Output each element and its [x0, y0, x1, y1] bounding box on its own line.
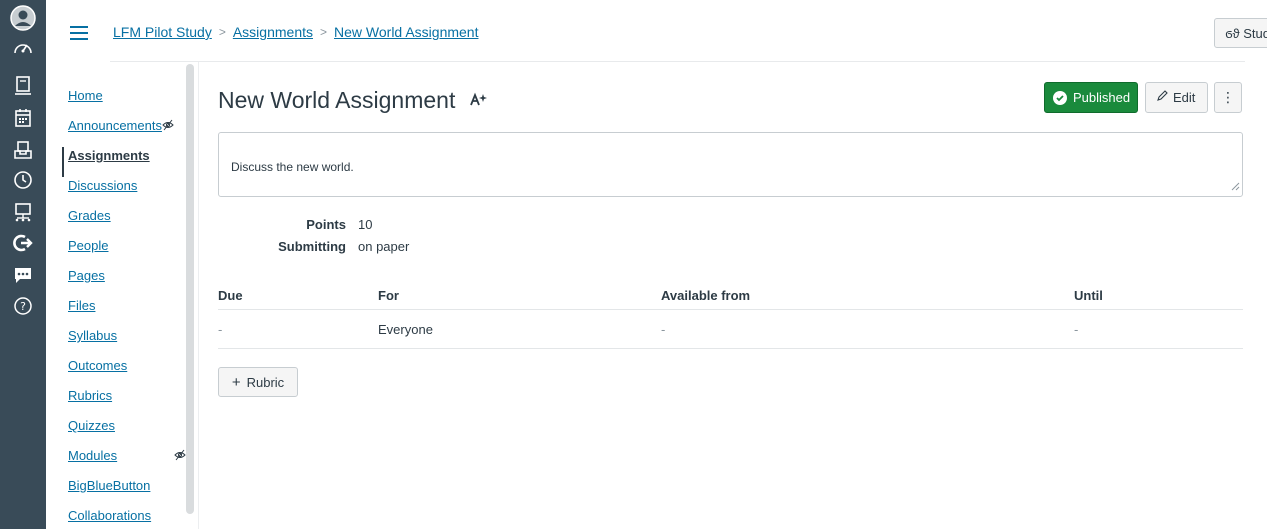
resize-handle-icon[interactable] — [1231, 180, 1240, 194]
nav-item-pages[interactable]: Pages — [62, 267, 162, 297]
nav-item-discussions[interactable]: Discussions — [62, 177, 162, 207]
rubric-label: Rubric — [246, 374, 285, 390]
course-nav-list: Home Announcements Assignments Discussions G… — [62, 87, 186, 529]
pencil-icon — [1156, 90, 1168, 105]
page-title: New World Assignment — [218, 87, 456, 113]
breadcrumb-separator: > — [320, 25, 328, 39]
nav-item-label[interactable]: Discussions — [62, 177, 137, 195]
table-row: - Everyone - - — [218, 310, 1243, 349]
inbox-icon[interactable] — [0, 136, 46, 164]
detail-value: 10 — [358, 217, 373, 232]
dates-header-cell: Available from — [661, 288, 751, 303]
courses-icon[interactable] — [0, 72, 46, 100]
dashboard-icon[interactable] — [0, 34, 46, 62]
more-options-button[interactable]: ⋮ — [1214, 82, 1242, 113]
detail-value: on paper — [358, 239, 410, 254]
eye-off-icon — [174, 448, 186, 466]
history-icon[interactable] — [0, 166, 46, 194]
detail-row: Points 10 — [218, 217, 518, 239]
glasses-icon: ϭϑ — [1225, 26, 1244, 41]
nav-item-label[interactable]: Syllabus — [62, 327, 117, 345]
global-nav: ? — [0, 0, 46, 529]
dates-cell: Everyone — [378, 322, 433, 337]
help-icon[interactable]: ? — [0, 292, 46, 320]
nav-item-label[interactable]: Files — [62, 297, 95, 315]
dates-table: Due For Available from Until - Everyone - - — [218, 282, 1243, 349]
student-view-button[interactable]: ϭϑ Stud — [1214, 18, 1267, 48]
course-nav: Home Announcements Assignments Discussions G… — [46, 62, 199, 529]
breadcrumb: LFM Pilot Study > Assignments > New Worl… — [113, 24, 478, 40]
assignment-description[interactable]: Discuss the new world. — [218, 132, 1243, 197]
nav-item-people[interactable]: People — [62, 237, 162, 267]
breadcrumb-course[interactable]: LFM Pilot Study — [113, 24, 212, 40]
avatar-icon[interactable] — [0, 4, 46, 32]
nav-item-collaborations[interactable]: Collaborations — [62, 507, 162, 529]
commons-icon[interactable] — [0, 198, 46, 226]
nav-item-bigbluebutton[interactable]: BigBlueButton — [62, 477, 162, 507]
detail-label: Submitting — [278, 239, 346, 254]
dates-cell: - — [661, 322, 666, 337]
check-circle-icon — [1053, 90, 1067, 105]
ai-sparkle-icon[interactable] — [470, 92, 488, 111]
edit-label: Edit — [1173, 90, 1196, 105]
detail-row: Submitting on paper — [218, 239, 518, 261]
nav-item-label[interactable]: Modules — [62, 447, 117, 465]
nav-item-files[interactable]: Files — [62, 297, 162, 327]
nav-item-rubrics[interactable]: Rubrics — [62, 387, 162, 417]
header-divider — [110, 61, 1245, 62]
course-nav-divider — [198, 62, 199, 529]
dates-header-cell: Until — [1074, 288, 1103, 303]
published-label: Published — [1073, 90, 1131, 105]
breadcrumb-separator: > — [218, 25, 226, 39]
nav-item-announcements[interactable]: Announcements — [62, 117, 174, 147]
nav-item-label[interactable]: People — [62, 237, 108, 255]
plus-icon: + — [231, 373, 241, 391]
breadcrumb-assignments[interactable]: Assignments — [233, 24, 313, 40]
nav-item-label[interactable]: Outcomes — [62, 357, 127, 375]
svg-text:?: ? — [20, 300, 26, 313]
nav-item-label[interactable]: Announcements — [62, 117, 162, 135]
nav-item-label[interactable]: Collaborations — [62, 507, 151, 525]
student-view-label: Stud — [1243, 26, 1267, 41]
dates-header-cell: For — [378, 288, 399, 303]
nav-item-label[interactable]: Pages — [62, 267, 105, 285]
studio-icon[interactable] — [0, 229, 46, 257]
page-header: LFM Pilot Study > Assignments > New Worl… — [46, 0, 1267, 62]
nav-item-syllabus[interactable]: Syllabus — [62, 327, 162, 357]
nav-item-home[interactable]: Home — [62, 87, 162, 117]
dates-header-cell: Due — [218, 288, 243, 303]
nav-item-label[interactable]: Assignments — [64, 147, 150, 165]
eye-off-icon — [162, 118, 174, 136]
chat-icon[interactable] — [0, 261, 46, 289]
dates-header-row: Due For Available from Until — [218, 282, 1243, 310]
detail-label: Points — [306, 217, 346, 232]
nav-item-label[interactable]: BigBlueButton — [62, 477, 150, 495]
dates-cell: - — [218, 322, 223, 337]
nav-item-label[interactable]: Grades — [62, 207, 111, 225]
edit-button[interactable]: Edit — [1145, 82, 1208, 113]
assignment-details: Points 10 Submitting on paper — [218, 217, 518, 261]
hamburger-icon[interactable] — [70, 26, 88, 40]
nav-item-quizzes[interactable]: Quizzes — [62, 417, 162, 447]
nav-item-label[interactable]: Rubrics — [62, 387, 112, 405]
calendar-icon[interactable] — [0, 104, 46, 132]
add-rubric-button[interactable]: + Rubric — [218, 367, 298, 397]
more-icon: ⋮ — [1221, 89, 1235, 105]
nav-item-label[interactable]: Home — [62, 87, 103, 105]
dates-cell: - — [1074, 322, 1079, 337]
course-nav-scrollbar[interactable] — [186, 64, 194, 514]
nav-item-modules[interactable]: Modules — [62, 447, 186, 477]
nav-item-assignments[interactable]: Assignments — [62, 147, 162, 177]
breadcrumb-current[interactable]: New World Assignment — [334, 24, 478, 40]
published-button[interactable]: Published — [1044, 82, 1138, 113]
description-text: Discuss the new world. — [231, 160, 354, 174]
nav-item-grades[interactable]: Grades — [62, 207, 162, 237]
nav-item-label[interactable]: Quizzes — [62, 417, 115, 435]
nav-item-outcomes[interactable]: Outcomes — [62, 357, 162, 387]
